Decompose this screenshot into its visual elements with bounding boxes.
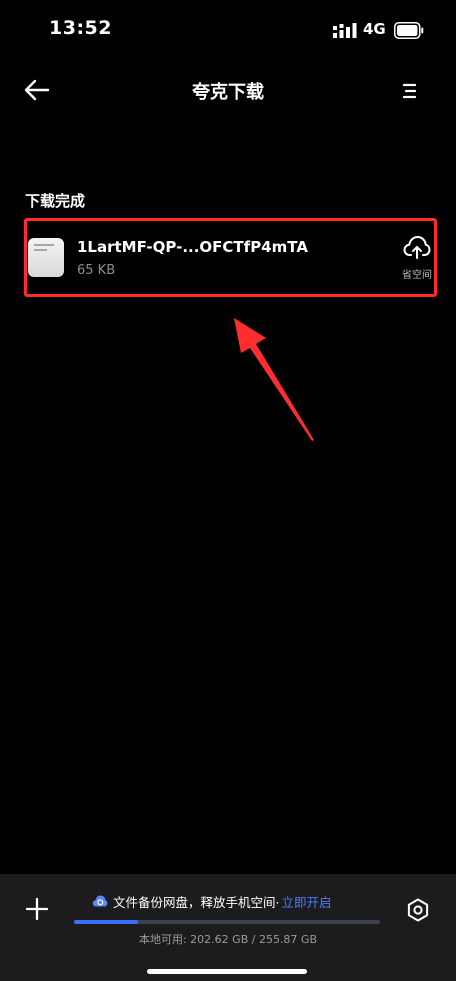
promo-text: 文件备份网盘，释放手机空间· [113,894,280,910]
status-time: 13:52 [49,17,112,39]
storage-progress-bar [74,920,380,924]
section-title: 下载完成 [25,192,86,210]
settings-icon[interactable] [405,897,431,923]
nav-bar: 夸克下载 [0,65,456,115]
enable-now-link[interactable]: 立即开启 [281,892,331,911]
page-title: 夸克下载 [192,82,264,103]
file-size: 65 KB [77,263,116,278]
home-indicator [147,969,307,974]
status-bar: 13:52 4G [0,0,456,60]
save-space-label: 省空间 [402,270,432,281]
backup-promo[interactable]: 文件备份网盘，释放手机空间· 立即开启 [92,891,332,911]
annotation-arrow-icon [234,318,314,441]
battery-icon [394,22,424,39]
cloud-upload-icon [403,236,431,259]
file-name: 1LartMF-QP-...OFCTfP4mTA [77,238,308,256]
storage-text: 本地可用: 202.62 GB / 255.87 GB [138,933,317,946]
screen: 13:52 4G 夸克下载 下载完成 1LartMF-QP-...OFCTfP4… [0,0,456,981]
plus-icon[interactable] [24,896,50,922]
download-item[interactable]: 1LartMF-QP-...OFCTfP4mTA 65 KB 省空间 [24,218,437,297]
menu-icon[interactable] [398,79,422,103]
storage-progress-fill [74,920,139,924]
save-space-button[interactable]: 省空间 [399,233,435,283]
signal-icon [333,23,357,38]
file-icon [28,238,64,277]
network-type: 4G [363,20,386,38]
cloud-drive-icon [92,895,108,907]
bottom-bar: 文件备份网盘，释放手机空间· 立即开启 本地可用: 202.62 GB / 25… [0,874,456,981]
